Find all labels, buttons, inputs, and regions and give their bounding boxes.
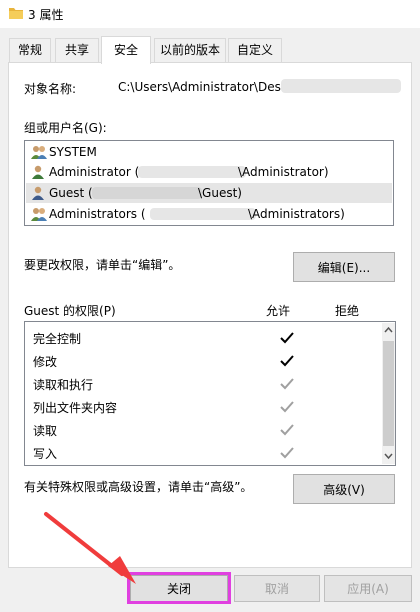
- advanced-button[interactable]: 高级(V): [293, 474, 395, 504]
- permissions-title: Guest 的权限(P): [24, 304, 116, 318]
- permission-name: 读取: [33, 424, 58, 438]
- group-list[interactable]: SYSTEM Administrator ( \Administrator) G…: [24, 140, 394, 226]
- list-item[interactable]: Administrator ( \Administrator): [26, 162, 392, 182]
- permissions-list: 完全控制 修改 读取和执行 列出文件夹内容 读取 写入: [24, 321, 396, 466]
- list-item-label: Guest (: [49, 186, 93, 200]
- list-item[interactable]: SYSTEM: [26, 142, 392, 162]
- object-name-value: C:\Users\Administrator\Desl: [118, 80, 285, 94]
- tab-sharing[interactable]: 共享: [55, 38, 99, 62]
- object-name-label: 对象名称:: [24, 82, 77, 96]
- red-arrow: [44, 512, 136, 584]
- list-item[interactable]: Guest ( \Guest): [26, 183, 392, 203]
- check-icon: [280, 424, 294, 436]
- folder-icon: [9, 8, 23, 19]
- permission-name: 完全控制: [33, 332, 82, 346]
- permission-name: 列出文件夹内容: [33, 401, 118, 415]
- title-bar: 3 属性: [0, 0, 420, 28]
- redacted-area: [92, 187, 202, 199]
- chevron-up-icon[interactable]: [384, 326, 393, 334]
- tab-security[interactable]: 安全: [101, 36, 151, 64]
- check-icon: [280, 332, 294, 344]
- group-label: 组或用户名(G):: [24, 121, 107, 135]
- check-icon: [280, 378, 294, 390]
- redacted-area: [138, 166, 246, 178]
- advanced-hint: 有关特殊权限或高级设置，请单击“高级”。: [24, 480, 253, 494]
- permission-name: 读取和执行: [33, 378, 94, 392]
- permission-name: 写入: [33, 447, 58, 461]
- scrollbar-thumb[interactable]: [383, 341, 394, 446]
- users-group-icon: [31, 208, 47, 221]
- list-item-label: SYSTEM: [49, 145, 97, 159]
- allow-header: 允许: [266, 304, 291, 318]
- check-icon: [280, 447, 294, 459]
- redacted-area: [150, 208, 256, 220]
- apply-button[interactable]: 应用(A): [324, 575, 412, 602]
- list-item[interactable]: Administrators ( \Administrators): [26, 204, 392, 224]
- tab-previous-versions[interactable]: 以前的版本: [154, 38, 226, 62]
- check-icon: [280, 401, 294, 413]
- list-item-suffix: \Administrators): [248, 207, 345, 221]
- user-icon: [32, 165, 44, 179]
- window-title: 3 属性: [28, 8, 64, 22]
- redacted-area: [281, 79, 401, 93]
- tab-customize[interactable]: 自定义: [228, 38, 282, 62]
- list-item-label: Administrator (: [49, 165, 140, 179]
- security-panel: 对象名称: C:\Users\Administrator\Desl 组或用户名(…: [8, 62, 412, 568]
- user-icon: [32, 186, 44, 200]
- tab-general[interactable]: 常规: [9, 38, 51, 62]
- permission-name: 修改: [33, 355, 58, 369]
- edit-button[interactable]: 编辑(E)...: [293, 252, 395, 282]
- edit-hint: 要更改权限，请单击“编辑”。: [24, 258, 181, 272]
- list-item-label: Administrators (: [49, 207, 146, 221]
- list-item-suffix: \Administrator): [238, 165, 329, 179]
- list-item-suffix: \Guest): [198, 186, 242, 200]
- chevron-down-icon[interactable]: [384, 452, 393, 460]
- cancel-button[interactable]: 取消: [234, 575, 320, 602]
- deny-header: 拒绝: [335, 304, 360, 318]
- users-group-icon: [31, 146, 47, 159]
- check-icon: [280, 355, 294, 367]
